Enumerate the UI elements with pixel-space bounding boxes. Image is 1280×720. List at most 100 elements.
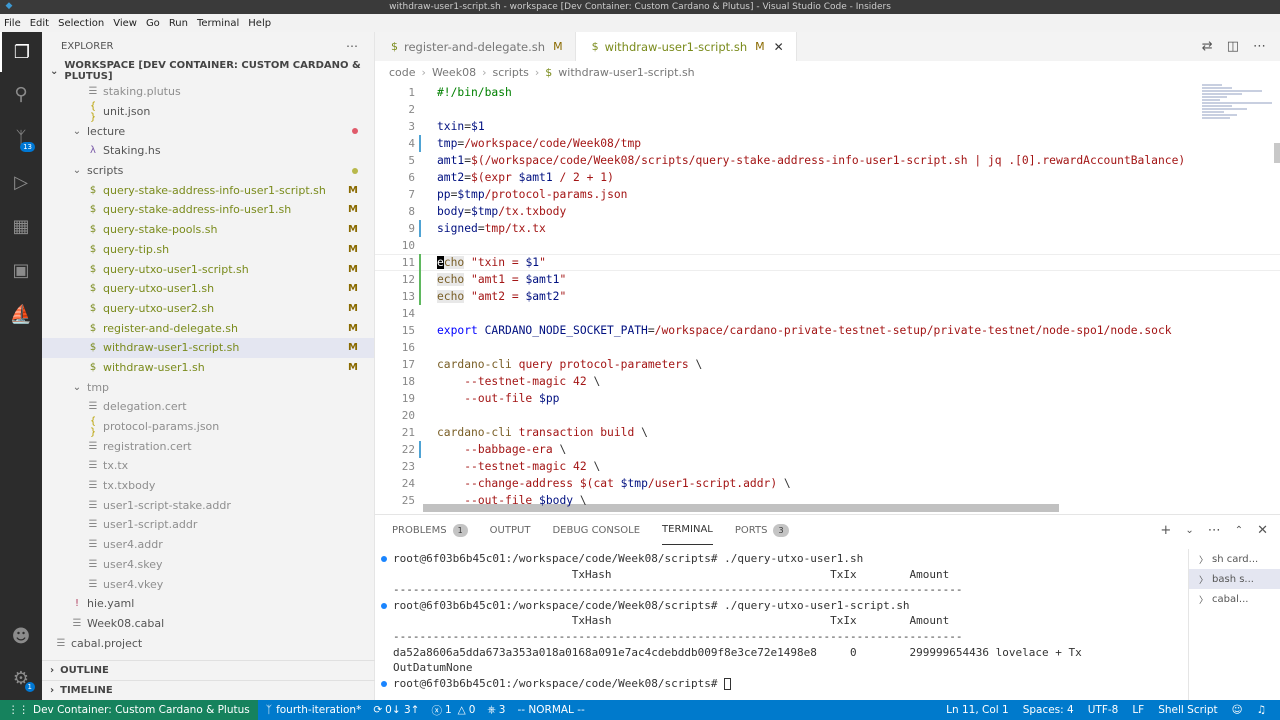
tree-item[interactable]: ☰ registration.cert bbox=[42, 436, 374, 456]
docker-icon[interactable]: ⛵ bbox=[0, 294, 42, 334]
language-mode[interactable]: Shell Script bbox=[1158, 704, 1217, 716]
tree-item[interactable]: $ query-stake-pools.sh M bbox=[42, 220, 374, 240]
tree-item[interactable]: ☰ cabal.project bbox=[42, 633, 374, 653]
tree-item[interactable]: ☰ user1-script-stake.addr bbox=[42, 495, 374, 515]
file-file-icon: ☰ bbox=[72, 617, 82, 629]
manage-gear-icon[interactable]: ⚙ 1 bbox=[0, 658, 42, 698]
ports-status[interactable]: ⎈ 3 bbox=[487, 704, 505, 717]
tree-item[interactable]: ☰ staking.plutus bbox=[42, 82, 374, 102]
terminal-instance[interactable]: 〉 bash s... bbox=[1189, 569, 1280, 589]
tree-item[interactable]: $ query-utxo-user2.sh M bbox=[42, 299, 374, 319]
tree-item[interactable]: ☰ user4.addr bbox=[42, 535, 374, 555]
more-actions-icon[interactable]: ⋯ bbox=[1253, 39, 1266, 54]
remote-indicator[interactable]: ⋮⋮ Dev Container: Custom Cardano & Plutus bbox=[0, 700, 258, 720]
sh-file-icon: $ bbox=[89, 361, 97, 373]
explorer-icon[interactable]: ❐ bbox=[0, 32, 42, 72]
tree-item[interactable]: $ query-tip.sh M bbox=[42, 240, 374, 260]
extensions-icon[interactable]: ▦ bbox=[0, 206, 42, 246]
run-debug-icon[interactable]: ▷ bbox=[0, 162, 42, 202]
terminal-output[interactable]: root@6f03b6b45c01:/workspace/code/Week08… bbox=[375, 551, 1185, 701]
terminal-instance[interactable]: 〉 sh card... bbox=[1189, 549, 1280, 569]
more-actions-icon[interactable]: ⋯ bbox=[1208, 523, 1221, 538]
menu-edit[interactable]: Edit bbox=[30, 18, 49, 29]
git-gutter-marker bbox=[419, 135, 427, 152]
explorer-header: EXPLORER ⋯ bbox=[42, 32, 374, 60]
eol[interactable]: LF bbox=[1132, 704, 1144, 716]
sync-status[interactable]: ⟳ 0↓ 3↑ bbox=[373, 704, 419, 716]
menu-run[interactable]: Run bbox=[169, 18, 188, 29]
encoding[interactable]: UTF-8 bbox=[1088, 704, 1119, 716]
tree-item[interactable]: λ Staking.hs bbox=[42, 141, 374, 161]
panel-tab-debug-console[interactable]: DEBUG CONSOLE bbox=[552, 515, 640, 545]
menu-file[interactable]: File bbox=[4, 18, 21, 29]
line-number: 20 bbox=[401, 409, 415, 422]
git-branch[interactable]: ᛉ fourth-iteration* bbox=[266, 704, 362, 716]
git-gutter-marker bbox=[419, 169, 427, 186]
workspace-root[interactable]: ⌄ WORKSPACE [DEV CONTAINER: CUSTOM CARDA… bbox=[42, 60, 374, 82]
tree-item[interactable]: ⌄ scripts bbox=[42, 161, 374, 181]
new-terminal-icon[interactable]: + bbox=[1160, 523, 1171, 538]
open-changes-icon[interactable]: ⇄ bbox=[1202, 39, 1213, 54]
search-icon[interactable]: ⚲ bbox=[0, 74, 42, 114]
tab-withdraw-user1-script[interactable]: $ withdraw-user1-script.sh M ✕ bbox=[575, 32, 797, 61]
panel-tab-problems[interactable]: PROBLEMS 1 bbox=[392, 515, 468, 545]
command-decoration-icon[interactable] bbox=[381, 556, 387, 562]
panel-tab-ports[interactable]: PORTS 3 bbox=[735, 515, 789, 545]
code-line: 14 bbox=[375, 305, 1280, 322]
command-decoration-icon[interactable] bbox=[381, 680, 387, 687]
timeline-section[interactable]: › TIMELINE bbox=[42, 680, 375, 700]
tree-item[interactable]: { } unit.json bbox=[42, 101, 374, 123]
tree-item[interactable]: $ query-stake-address-info-user1.sh M bbox=[42, 200, 374, 220]
tree-item[interactable]: ⌄ lecture bbox=[42, 121, 374, 141]
cursor-position[interactable]: Ln 11, Col 1 bbox=[946, 704, 1009, 716]
terminal-instance[interactable]: 〉 cabal... bbox=[1189, 589, 1280, 609]
feedback-icon[interactable]: ☺ bbox=[1232, 704, 1243, 716]
notifications-icon[interactable]: ♫ bbox=[1257, 704, 1266, 716]
tree-item[interactable]: $ query-stake-address-info-user1-script.s… bbox=[42, 180, 374, 200]
remote-explorer-icon[interactable]: ▣ bbox=[0, 250, 42, 290]
breadcrumb-item[interactable]: code bbox=[389, 66, 416, 79]
tree-item[interactable]: ☰ tx.txbody bbox=[42, 476, 374, 496]
activity-bar: ❐ ⚲ ᛉ 13 ▷ ▦ ▣ ⛵ ☻ ⚙ 1 bbox=[0, 32, 42, 700]
tree-item[interactable]: ☰ Week08.cabal bbox=[42, 614, 374, 634]
maximize-panel-icon[interactable]: ⌃ bbox=[1235, 525, 1243, 536]
breadcrumb-item[interactable]: Week08 bbox=[432, 66, 476, 79]
tree-item[interactable]: ☰ user1-script.addr bbox=[42, 515, 374, 535]
command-decoration-icon[interactable] bbox=[381, 602, 387, 609]
more-actions-icon[interactable]: ⋯ bbox=[346, 39, 358, 53]
menu-go[interactable]: Go bbox=[146, 18, 160, 29]
tree-item[interactable]: ⌄ tmp bbox=[42, 377, 374, 397]
close-panel-icon[interactable]: ✕ bbox=[1257, 523, 1268, 538]
close-icon[interactable]: ✕ bbox=[774, 40, 784, 54]
tree-item-label: query-utxo-user2.sh bbox=[103, 301, 215, 315]
account-icon[interactable]: ☻ bbox=[0, 616, 42, 656]
tree-item[interactable]: ! hie.yaml bbox=[42, 594, 374, 614]
split-editor-icon[interactable]: ◫ bbox=[1227, 39, 1239, 54]
outline-section[interactable]: › OUTLINE bbox=[42, 660, 375, 680]
source-control-icon[interactable]: ᛉ 13 bbox=[0, 118, 42, 158]
menu-selection[interactable]: Selection bbox=[58, 18, 104, 29]
tree-item[interactable]: $ withdraw-user1-script.sh M bbox=[42, 337, 374, 358]
tree-item[interactable]: ☰ delegation.cert bbox=[42, 397, 374, 417]
tree-item[interactable]: ☰ user4.vkey bbox=[42, 574, 374, 594]
code-editor[interactable]: 1 #!/bin/bash 2 3 txin=$1 4 tmp=/workspace/cod… bbox=[375, 83, 1280, 514]
encoding-label: UTF-8 bbox=[1087, 704, 1119, 716]
tree-item[interactable]: $ query-utxo-user1.sh M bbox=[42, 279, 374, 299]
tree-item[interactable]: $ withdraw-user1.sh M bbox=[42, 358, 374, 378]
breadcrumb-item[interactable]: scripts bbox=[492, 66, 528, 79]
panel-tab-terminal[interactable]: TERMINAL bbox=[662, 515, 713, 545]
menu-help[interactable]: Help bbox=[248, 18, 271, 29]
tree-item[interactable]: $ query-utxo-user1-script.sh M bbox=[42, 259, 374, 279]
tree-item[interactable]: { } protocol-params.json bbox=[42, 416, 374, 438]
indentation[interactable]: Spaces: 4 bbox=[1023, 704, 1074, 716]
breadcrumb-item[interactable]: withdraw-user1-script.sh bbox=[558, 66, 694, 79]
problems-status[interactable]: ⓧ 1 △ 0 bbox=[431, 703, 475, 718]
chevron-down-icon[interactable]: ⌄ bbox=[1185, 525, 1193, 536]
tree-item[interactable]: $ register-and-delegate.sh M bbox=[42, 318, 374, 338]
panel-tab-output[interactable]: OUTPUT bbox=[490, 515, 531, 545]
tree-item[interactable]: ☰ tx.tx bbox=[42, 456, 374, 476]
tab-register-and-delegate[interactable]: $ register-and-delegate.sh M bbox=[375, 32, 576, 61]
menu-terminal[interactable]: Terminal bbox=[197, 18, 239, 29]
tree-item[interactable]: ☰ user4.skey bbox=[42, 555, 374, 575]
menu-view[interactable]: View bbox=[113, 18, 137, 29]
